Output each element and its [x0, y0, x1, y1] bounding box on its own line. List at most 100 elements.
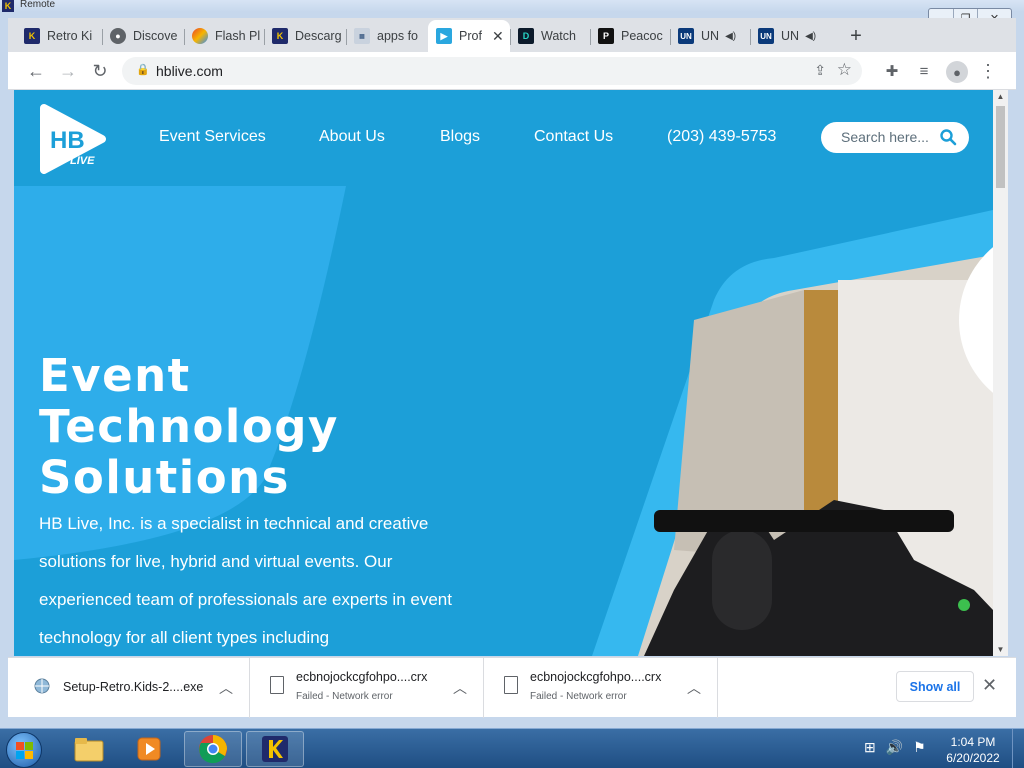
tab-label: Peacoc [621, 29, 663, 43]
hero-title: Event Technology Solutions [39, 350, 339, 503]
volume-icon[interactable]: 🔊 [886, 739, 903, 756]
tab-label: Descarg [295, 29, 342, 43]
close-tab-icon[interactable]: ✕ [492, 28, 504, 45]
web-page: HB LIVE Event Services About Us Blogs Co… [14, 90, 993, 656]
reload-icon[interactable]: ↻ [88, 59, 112, 83]
tab-label: Discove [133, 29, 178, 43]
chevron-up-icon[interactable]: ︿ [687, 678, 701, 698]
hero-description: HB Live, Inc. is a specialist in technic… [39, 514, 452, 647]
tab-label: Watch [541, 29, 576, 43]
menu-kebab-icon[interactable]: ⋮ [976, 59, 1000, 83]
url-text[interactable]: hblive.com [156, 63, 223, 79]
tab-label: Retro Ki [47, 29, 93, 43]
peacock-icon: P [598, 28, 614, 44]
tab-label: UN [701, 29, 720, 43]
tab-label: UN [781, 29, 800, 43]
hero-title-line: Technology [39, 400, 339, 453]
tab-strip: K Retro Ki ● Discove Flash Pl K Descarg … [8, 18, 1016, 52]
download-item[interactable]: ecbnojockcgfohpo....crx Failed - Network… [484, 658, 718, 718]
site-search-input[interactable]: Search here... [821, 122, 969, 153]
un-icon: UN [678, 28, 694, 44]
back-arrow-icon[interactable]: ← [24, 59, 48, 83]
tab-apps[interactable]: ▦ apps fo [346, 20, 428, 52]
speaker-icon[interactable]: ◀) [725, 31, 736, 42]
hb-live-icon: ▶ [436, 28, 452, 44]
bookmark-star-icon[interactable]: ☆ [837, 60, 852, 80]
tab-retro-kids[interactable]: K Retro Ki [16, 20, 102, 52]
speaker-icon[interactable]: ◀) [805, 31, 816, 42]
system-clock[interactable]: 1:04 PM 6/20/2022 [940, 734, 1006, 766]
browser-toolbar: ← → ↻ 🔒 hblive.com ⇪ ☆ ✚ ≡ ● ⋮ [8, 52, 1016, 90]
chevron-up-icon[interactable]: ︿ [453, 678, 467, 698]
globe-icon: ● [110, 28, 126, 44]
hb-live-logo[interactable]: HB LIVE [38, 104, 108, 174]
tab-label: Flash Pl [215, 29, 261, 43]
new-tab-button[interactable]: + [844, 24, 868, 48]
tab-discover[interactable]: ● Discove [102, 20, 184, 52]
nav-contact-us[interactable]: Contact Us [534, 128, 613, 146]
tab-watch[interactable]: D Watch [510, 20, 590, 52]
show-all-downloads-button[interactable]: Show all [896, 671, 974, 702]
tab-descargar[interactable]: K Descarg [264, 20, 346, 52]
download-item[interactable]: Setup-Retro.Kids-2....exe ︿ [8, 658, 250, 718]
system-tray: ⊞ 🔊 ⚑ [864, 739, 926, 756]
network-icon[interactable]: ⊞ [864, 739, 876, 756]
svg-text:HB: HB [50, 127, 85, 154]
tab-un-2[interactable]: UN UN ◀) [750, 20, 830, 52]
profile-avatar-icon[interactable]: ● [946, 61, 968, 83]
tab-hblive-active[interactable]: ▶ Prof ✕ [428, 20, 510, 52]
window-title: Remote [20, 0, 56, 10]
scroll-down-arrow-icon[interactable]: ▼ [996, 645, 1005, 654]
un-icon: UN [758, 28, 774, 44]
share-icon[interactable]: ⇪ [814, 62, 826, 79]
forward-arrow-icon[interactable]: → [56, 59, 80, 83]
hero-title-line: Solutions [39, 451, 290, 504]
chevron-up-icon[interactable]: ︿ [219, 678, 233, 698]
tab-flash-player[interactable]: Flash Pl [184, 20, 264, 52]
nav-about-us[interactable]: About Us [319, 128, 385, 146]
start-button[interactable] [6, 732, 42, 768]
file-icon [270, 676, 284, 694]
scrollbar-thumb[interactable] [996, 106, 1005, 188]
k-logo-icon: K [24, 28, 40, 44]
taskbar-explorer[interactable] [60, 731, 118, 767]
reading-list-icon[interactable]: ≡ [912, 59, 936, 83]
apps-icon: ▦ [354, 28, 370, 44]
k-logo-icon: K [272, 28, 288, 44]
chrome-icon [199, 735, 227, 764]
flash-icon [192, 28, 208, 44]
download-filename: ecbnojockcgfohpo....crx [530, 670, 662, 684]
nav-event-services[interactable]: Event Services [159, 128, 266, 146]
tab-un-1[interactable]: UN UN ◀) [670, 20, 750, 52]
scroll-up-arrow-icon[interactable]: ▲ [996, 92, 1005, 101]
tv-icon: D [518, 28, 534, 44]
search-placeholder: Search here... [841, 129, 929, 145]
address-bar[interactable]: 🔒 hblive.com ⇪ ☆ [122, 57, 862, 85]
k-logo-icon [262, 736, 288, 762]
download-item[interactable]: ecbnojockcgfohpo....crx Failed - Network… [250, 658, 484, 718]
taskbar-chrome[interactable] [184, 731, 242, 767]
action-center-flag-icon[interactable]: ⚑ [913, 739, 926, 756]
taskbar-media-player[interactable] [120, 731, 178, 767]
show-desktop-button[interactable] [1012, 729, 1024, 768]
windows-taskbar: ⊞ 🔊 ⚑ 1:04 PM 6/20/2022 [0, 728, 1024, 768]
nav-blogs[interactable]: Blogs [440, 128, 480, 146]
close-download-shelf-icon[interactable]: ✕ [982, 675, 997, 696]
clock-date: 6/20/2022 [946, 751, 1000, 765]
lock-icon: 🔒 [136, 64, 150, 76]
tab-peacock[interactable]: P Peacoc [590, 20, 670, 52]
nav-phone-number[interactable]: (203) 439-5753 [667, 128, 776, 146]
folder-icon [74, 738, 104, 762]
app-icon: K [2, 0, 14, 12]
download-filename: ecbnojockcgfohpo....crx [296, 670, 428, 684]
download-shelf: Setup-Retro.Kids-2....exe ︿ ecbnojockcgf… [8, 657, 1016, 718]
search-icon[interactable] [939, 128, 957, 146]
taskbar-retro-kids[interactable] [246, 731, 304, 767]
windows-logo-icon [16, 742, 33, 759]
window-titlebar: K Remote [0, 0, 1024, 12]
tab-label: Prof [459, 29, 482, 43]
tab-label: apps fo [377, 29, 419, 43]
page-scrollbar[interactable]: ▲ ▼ [993, 90, 1008, 656]
extensions-puzzle-icon[interactable]: ✚ [880, 59, 904, 83]
installer-globe-icon [34, 678, 50, 694]
